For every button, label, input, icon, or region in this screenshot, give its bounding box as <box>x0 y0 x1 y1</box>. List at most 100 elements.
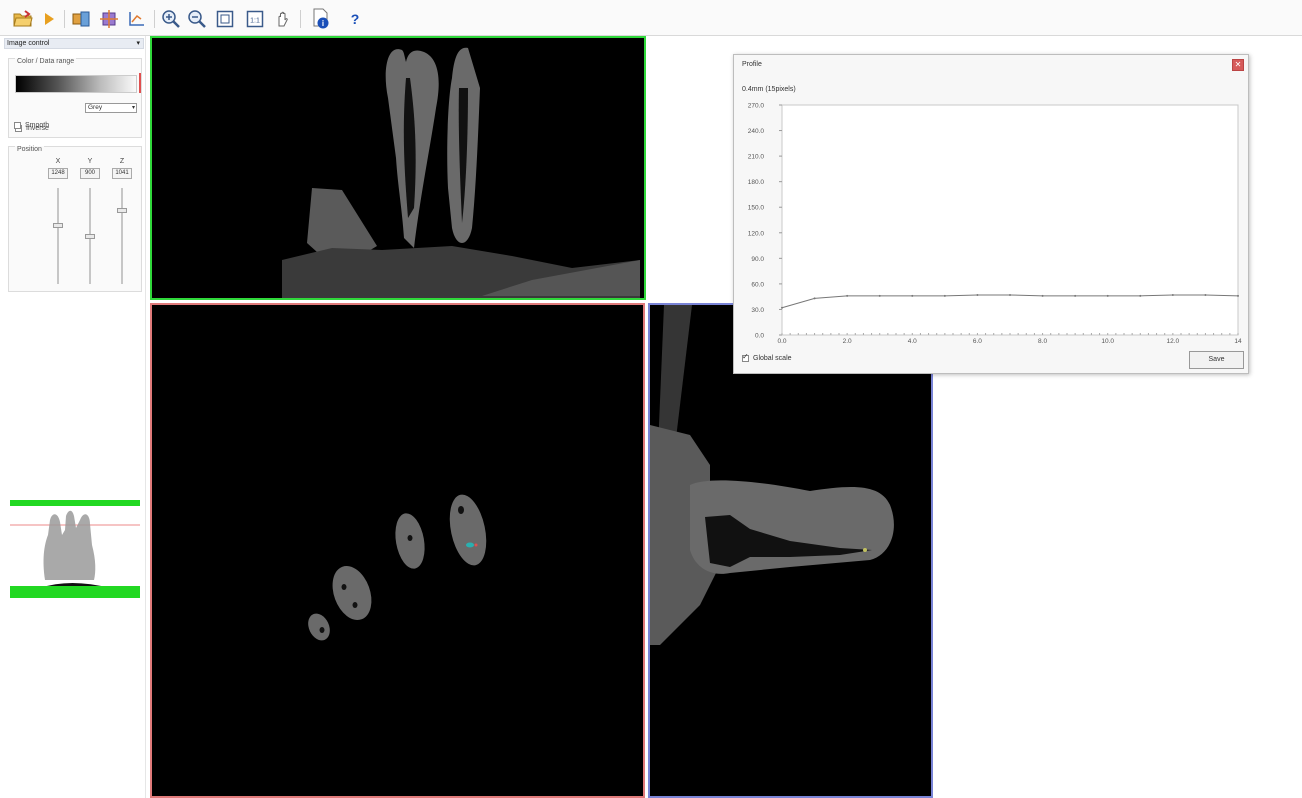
toolbar-separator <box>300 10 301 28</box>
save-button[interactable]: Save <box>1189 351 1244 369</box>
profile-point <box>1074 294 1077 297</box>
cursor-point <box>474 543 478 547</box>
info-icon[interactable]: i <box>310 8 332 30</box>
y-tick-label: 180.0 <box>748 179 765 186</box>
toolbar: 1:1 i ? <box>0 0 1302 36</box>
color-range-title: Color / Data range <box>15 58 77 65</box>
global-scale-checkbox[interactable] <box>742 352 749 362</box>
sagittal-view[interactable] <box>648 303 933 798</box>
global-scale-row[interactable]: Global scale <box>742 352 792 362</box>
y-tick-label: 60.0 <box>751 281 764 288</box>
open-folder-icon[interactable] <box>12 8 34 30</box>
position-z-value[interactable]: 1041 <box>112 168 132 179</box>
profile-point <box>813 297 816 300</box>
pan-hand-icon[interactable] <box>272 8 294 30</box>
profile-title: Profile <box>742 61 762 68</box>
position-z-slider[interactable] <box>117 188 127 284</box>
profile-point <box>846 294 849 297</box>
profile-chart: 0.0 30.0 60.0 90.0 120.0 150.0 180.0 210.0 240.0… <box>748 103 1242 346</box>
axial-view[interactable] <box>150 303 645 798</box>
position-y-value[interactable]: 900 <box>80 168 100 179</box>
range-max-handle[interactable] <box>139 73 141 93</box>
plot-area <box>781 104 1239 336</box>
root-section <box>308 613 330 641</box>
transform-icon[interactable] <box>98 8 120 30</box>
profile-point <box>1204 293 1207 296</box>
profile-point <box>1139 294 1142 297</box>
tooth-silhouette <box>43 510 96 580</box>
y-tick-label: 0.0 <box>755 333 764 340</box>
y-tick-label: 30.0 <box>751 307 764 314</box>
profile-point <box>781 306 783 309</box>
zoom-out-icon[interactable] <box>186 8 208 30</box>
smooth-checkbox[interactable] <box>14 122 21 129</box>
y-tick-label: 270.0 <box>748 103 765 110</box>
profile-point <box>1041 294 1044 297</box>
global-scale-label: Global scale <box>753 355 792 362</box>
profile-subtitle: 0.4mm (15pixels) <box>742 86 796 93</box>
x-tick-label: 10.0 <box>1101 338 1114 345</box>
root-section <box>449 494 487 566</box>
position-x-value[interactable]: 1248 <box>48 168 68 179</box>
actual-size-label: 1:1 <box>250 18 260 25</box>
toolbar-separator <box>154 10 155 28</box>
thumbnail-top-slab <box>10 500 140 506</box>
position-title: Position <box>15 146 44 153</box>
position-y-slider[interactable] <box>85 188 95 284</box>
profile-point <box>1237 294 1239 297</box>
chevron-down-icon: ▾ <box>131 105 135 111</box>
help-label: ? <box>350 11 360 27</box>
play-icon[interactable] <box>38 8 60 30</box>
colormap-value: Grey <box>88 104 103 111</box>
axes-icon[interactable] <box>126 8 148 30</box>
canal-section <box>352 602 358 608</box>
axis-label-z: Z <box>119 158 125 165</box>
slider-thumb[interactable] <box>117 208 127 213</box>
root-section <box>332 565 372 621</box>
x-tick-label: 0.0 <box>777 338 786 345</box>
color-gradient-bar[interactable] <box>15 75 137 93</box>
slider-thumb[interactable] <box>53 223 63 228</box>
slider-thumb[interactable] <box>85 234 95 239</box>
profile-point <box>1106 294 1109 297</box>
profile-point <box>943 294 946 297</box>
y-tick-label: 240.0 <box>748 128 765 135</box>
y-tick-label: 120.0 <box>748 230 765 237</box>
zoom-in-icon[interactable] <box>160 8 182 30</box>
fit-icon[interactable] <box>214 8 236 30</box>
coronal-view[interactable] <box>150 36 646 300</box>
position-x-slider[interactable] <box>53 188 63 284</box>
close-icon[interactable]: ✕ <box>1232 59 1244 71</box>
smooth-checkbox-row[interactable]: Smooth <box>14 122 49 129</box>
x-tick-label: 4.0 <box>908 338 917 345</box>
collapse-icon[interactable]: ▾ <box>136 39 140 48</box>
volume-thumbnail[interactable] <box>10 500 140 598</box>
smooth-label: Smooth <box>25 122 50 129</box>
cursor-marker <box>466 542 474 548</box>
actual-size-icon[interactable]: 1:1 <box>244 8 266 30</box>
panel-title: Image control <box>7 40 50 47</box>
y-tick-label: 90.0 <box>751 256 764 263</box>
profile-point <box>911 294 914 297</box>
svg-text:i: i <box>322 19 324 28</box>
x-tick-label: 6.0 <box>973 338 982 345</box>
canal-section <box>319 627 325 633</box>
x-tick-label: 2.0 <box>843 338 852 345</box>
panel-header[interactable]: Image control ▾ <box>4 38 144 49</box>
profile-point <box>878 294 881 297</box>
profile-point <box>1009 293 1011 296</box>
help-icon[interactable]: ? <box>344 8 366 30</box>
profile-point <box>1171 293 1174 296</box>
axis-label-x: X <box>55 158 61 165</box>
profile-window: Profile ✕ 0.4mm (15pixels) 0.0 30.0 60.0 90… <box>733 54 1249 374</box>
canal-section <box>458 506 464 514</box>
toolbar-separator <box>64 10 65 28</box>
canal-section <box>407 535 413 541</box>
colormap-select[interactable]: Grey ▾ <box>85 103 137 113</box>
x-tick-label: 12.0 <box>1167 338 1180 345</box>
y-tick-label: 210.0 <box>748 154 765 161</box>
canal-section <box>341 584 347 590</box>
cut-icon[interactable] <box>70 8 92 30</box>
x-tick-label: 8.0 <box>1038 338 1047 345</box>
cursor-point <box>863 548 867 552</box>
